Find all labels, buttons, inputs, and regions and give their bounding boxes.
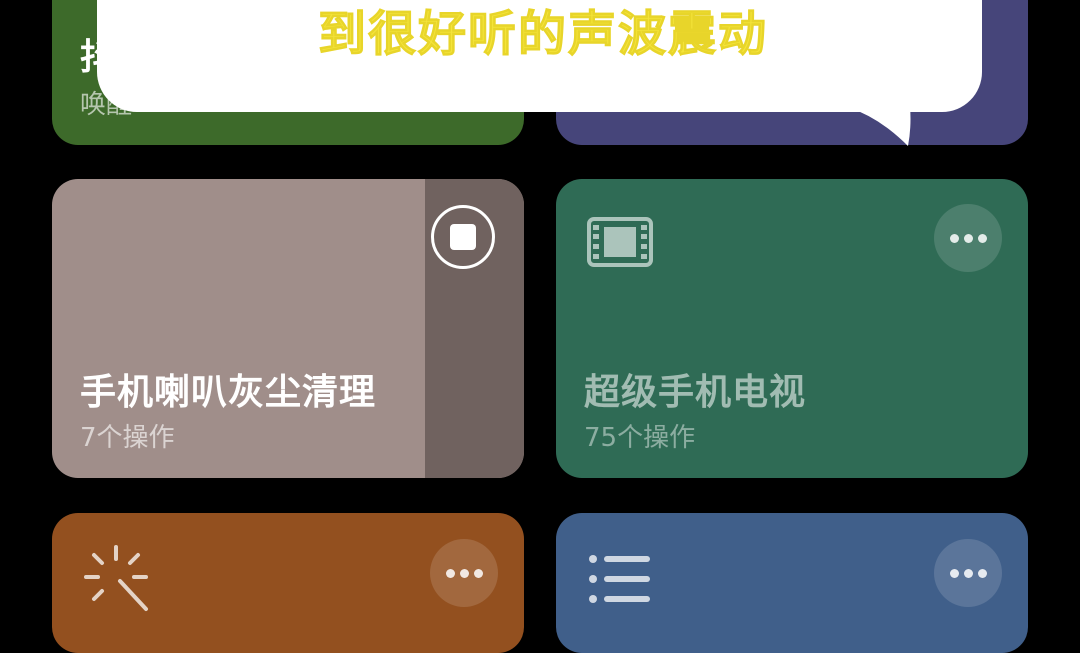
more-button[interactable] [430, 539, 498, 607]
stop-icon [450, 224, 476, 250]
list-icon [589, 555, 650, 603]
film-icon [587, 217, 653, 267]
more-dot [977, 568, 987, 578]
more-icon [949, 233, 959, 243]
more-button[interactable] [934, 539, 1002, 607]
shortcut-title: 手机喇叭灰尘清理 [80, 372, 377, 413]
shortcut-card-bottom-left[interactable] [52, 513, 524, 653]
shortcut-title: 超级手机电视 [584, 372, 807, 413]
more-icon [445, 568, 455, 578]
shortcut-card-tv[interactable]: 超级手机电视 75个操作 [556, 179, 1028, 478]
speech-bubble-tail [850, 90, 911, 146]
more-dot [977, 233, 987, 243]
shortcut-subtitle: 7个操作 [80, 423, 175, 453]
more-dot [459, 568, 469, 578]
more-button[interactable] [934, 204, 1002, 272]
more-dot [963, 233, 973, 243]
shortcut-card-bottom-right[interactable] [556, 513, 1028, 653]
magic-wand-icon [84, 545, 148, 611]
more-dot [473, 568, 483, 578]
caption-text: 到很好听的声波震动 [317, 6, 769, 63]
stop-button[interactable] [431, 205, 495, 269]
shortcut-card-speaker-clean[interactable]: 手机喇叭灰尘清理 7个操作 [52, 179, 524, 478]
more-dot [963, 568, 973, 578]
shortcut-subtitle: 75个操作 [584, 423, 696, 453]
more-icon [949, 568, 959, 578]
